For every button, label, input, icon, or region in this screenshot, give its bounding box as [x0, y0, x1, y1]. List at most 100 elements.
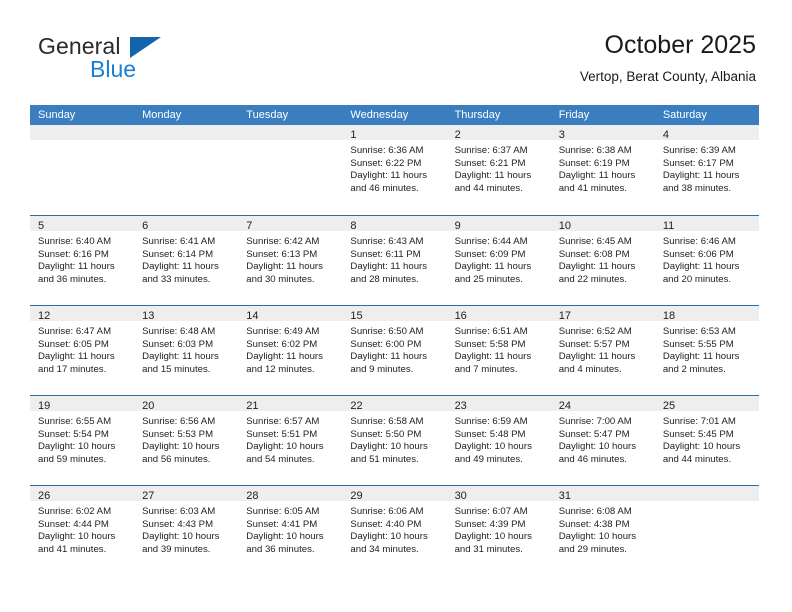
- day-number: 7: [246, 220, 253, 232]
- calendar-day-cell[interactable]: 15 Sunrise: 6:50 AM Sunset: 6:00 PM Dayligh…: [342, 306, 447, 395]
- sunset-text: Sunset: 6:14 PM: [142, 248, 214, 260]
- general-blue-logo[interactable]: General Blue: [38, 33, 278, 91]
- sunset-text: Sunset: 6:02 PM: [246, 338, 318, 350]
- calendar-day-cell[interactable]: 12 Sunrise: 6:47 AM Sunset: 6:05 PM Dayligh…: [30, 306, 135, 395]
- day-number: 31: [558, 490, 571, 502]
- calendar-day-cell[interactable]: 11 Sunrise: 6:46 AM Sunset: 6:06 PM Dayligh…: [654, 216, 759, 305]
- day-number: 11: [662, 220, 675, 232]
- calendar-day-cell[interactable]: 1 Sunrise: 6:36 AM Sunset: 6:22 PM Daylight…: [342, 125, 447, 215]
- calendar-day-cell[interactable]: 3 Sunrise: 6:38 AM Sunset: 6:19 PM Daylight…: [550, 125, 655, 215]
- calendar-day-cell[interactable]: 30 Sunrise: 6:07 AM Sunset: 4:39 PM Dayligh…: [446, 486, 551, 575]
- day-sun-info: Sunrise: 7:00 AM Sunset: 5:47 PM Daylight:…: [551, 411, 655, 466]
- day-number: 27: [142, 490, 155, 502]
- day-number-band: 22: [342, 396, 447, 412]
- daylight-text: Daylight: 10 hours and 56 minutes.: [142, 441, 220, 465]
- day-number: 14: [246, 310, 259, 322]
- day-number-band: 30: [446, 486, 551, 502]
- calendar-day-cell[interactable]: 5 Sunrise: 6:40 AM Sunset: 6:16 PM Daylight…: [30, 216, 135, 305]
- weekday-header-sunday: Sunday: [38, 109, 76, 121]
- weekday-header-wednesday: Wednesday: [350, 109, 409, 121]
- calendar-day-cell[interactable]: 17 Sunrise: 6:52 AM Sunset: 5:57 PM Dayligh…: [550, 306, 655, 395]
- daylight-text: Daylight: 11 hours and 2 minutes.: [662, 351, 740, 375]
- sunrise-text: Sunrise: 6:39 AM: [662, 145, 736, 156]
- sunset-text: Sunset: 5:58 PM: [454, 338, 526, 350]
- sunrise-text: Sunrise: 6:48 AM: [142, 326, 216, 337]
- day-number: 13: [142, 310, 155, 322]
- day-number-band: 17: [550, 306, 655, 322]
- day-number-band: 8: [342, 216, 447, 232]
- page-title: October 2025: [604, 31, 757, 59]
- day-sun-info: Sunrise: 6:50 AM Sunset: 6:00 PM Daylight:…: [342, 321, 446, 376]
- sunrise-text: Sunrise: 6:52 AM: [558, 326, 632, 337]
- sunset-text: Sunset: 5:47 PM: [558, 428, 630, 440]
- day-number-band: 25: [654, 396, 759, 412]
- calendar-day-cell[interactable]: 7 Sunrise: 6:42 AM Sunset: 6:13 PM Daylight…: [238, 216, 343, 305]
- day-sun-info: Sunrise: 7:01 AM Sunset: 5:45 PM Daylight:…: [655, 411, 759, 466]
- sunset-text: Sunset: 6:22 PM: [350, 157, 422, 169]
- day-number: 12: [38, 310, 51, 322]
- calendar-day-cell[interactable]: 27 Sunrise: 6:03 AM Sunset: 4:43 PM Dayligh…: [134, 486, 239, 575]
- calendar-day-cell[interactable]: 14 Sunrise: 6:49 AM Sunset: 6:02 PM Dayligh…: [238, 306, 343, 395]
- calendar-day-cell[interactable]: 19 Sunrise: 6:55 AM Sunset: 5:54 PM Dayligh…: [30, 396, 135, 485]
- day-number-band: 6: [134, 216, 239, 232]
- calendar-day-cell[interactable]: 22 Sunrise: 6:58 AM Sunset: 5:50 PM Dayligh…: [342, 396, 447, 485]
- calendar-day-cell[interactable]: 26 Sunrise: 6:02 AM Sunset: 4:44 PM Dayligh…: [30, 486, 135, 575]
- daylight-text: Daylight: 10 hours and 54 minutes.: [246, 441, 324, 465]
- sunrise-text: Sunrise: 6:38 AM: [558, 145, 632, 156]
- day-sun-info: Sunrise: 6:56 AM Sunset: 5:53 PM Daylight:…: [134, 411, 238, 466]
- calendar-day-cell[interactable]: 28 Sunrise: 6:05 AM Sunset: 4:41 PM Dayligh…: [238, 486, 343, 575]
- daylight-text: Daylight: 10 hours and 46 minutes.: [558, 441, 637, 465]
- calendar-day-cell[interactable]: 18 Sunrise: 6:53 AM Sunset: 5:55 PM Dayligh…: [654, 306, 759, 395]
- day-sun-info: Sunrise: 6:45 AM Sunset: 6:08 PM Daylight:…: [551, 231, 655, 286]
- day-number: 26: [38, 490, 51, 502]
- weekday-header-friday: Friday: [558, 109, 590, 121]
- sunset-text: Sunset: 6:11 PM: [350, 248, 421, 260]
- calendar-day-cell[interactable]: 10 Sunrise: 6:45 AM Sunset: 6:08 PM Dayligh…: [550, 216, 655, 305]
- day-sun-info: Sunrise: 6:48 AM Sunset: 6:03 PM Daylight:…: [134, 321, 238, 376]
- sunrise-text: Sunrise: 6:47 AM: [38, 326, 112, 337]
- daylight-text: Daylight: 11 hours and 38 minutes.: [662, 170, 740, 194]
- sunrise-text: Sunrise: 6:41 AM: [142, 236, 216, 247]
- sunset-text: Sunset: 4:43 PM: [142, 518, 214, 530]
- sunrise-text: Sunrise: 6:36 AM: [350, 145, 424, 156]
- sunrise-text: Sunrise: 6:45 AM: [558, 236, 632, 247]
- sunrise-text: Sunrise: 6:49 AM: [246, 326, 320, 337]
- sunrise-text: Sunrise: 6:53 AM: [662, 326, 736, 337]
- calendar-day-cell[interactable]: 24 Sunrise: 7:00 AM Sunset: 5:47 PM Dayligh…: [550, 396, 655, 485]
- calendar-week-row: 26 Sunrise: 6:02 AM Sunset: 4:44 PM Dayligh…: [30, 485, 759, 575]
- sunset-text: Sunset: 6:05 PM: [38, 338, 109, 350]
- calendar-day-cell[interactable]: 31 Sunrise: 6:08 AM Sunset: 4:38 PM Dayligh…: [550, 486, 655, 575]
- day-sun-info: Sunrise: 6:42 AM Sunset: 6:13 PM Daylight:…: [238, 231, 342, 286]
- sunset-text: Sunset: 6:06 PM: [662, 248, 734, 260]
- sunset-text: Sunset: 6:09 PM: [454, 248, 526, 260]
- calendar-day-cell[interactable]: 16 Sunrise: 6:51 AM Sunset: 5:58 PM Dayligh…: [446, 306, 551, 395]
- day-number: 9: [454, 220, 461, 232]
- calendar-day-cell[interactable]: 9 Sunrise: 6:44 AM Sunset: 6:09 PM Daylight…: [446, 216, 551, 305]
- day-number: 21: [246, 400, 259, 412]
- calendar-day-cell[interactable]: 23 Sunrise: 6:59 AM Sunset: 5:48 PM Dayligh…: [446, 396, 551, 485]
- sunrise-text: Sunrise: 6:58 AM: [350, 416, 424, 427]
- calendar-day-cell[interactable]: 21 Sunrise: 6:57 AM Sunset: 5:51 PM Dayligh…: [238, 396, 343, 485]
- calendar-day-cell[interactable]: 2 Sunrise: 6:37 AM Sunset: 6:21 PM Daylight…: [446, 125, 551, 215]
- calendar-day-cell[interactable]: 4 Sunrise: 6:39 AM Sunset: 6:17 PM Daylight…: [654, 125, 759, 215]
- calendar-day-cell[interactable]: 25 Sunrise: 7:01 AM Sunset: 5:45 PM Dayligh…: [654, 396, 759, 485]
- calendar-week-row: 19 Sunrise: 6:55 AM Sunset: 5:54 PM Dayligh…: [30, 395, 759, 485]
- day-number: 1: [350, 129, 357, 141]
- day-number: 25: [662, 400, 676, 412]
- sunrise-text: Sunrise: 6:44 AM: [454, 236, 528, 247]
- calendar-day-cell[interactable]: 13 Sunrise: 6:48 AM Sunset: 6:03 PM Dayligh…: [134, 306, 239, 395]
- sunset-text: Sunset: 4:41 PM: [246, 518, 318, 530]
- calendar-day-cell[interactable]: 29 Sunrise: 6:06 AM Sunset: 4:40 PM Dayligh…: [342, 486, 447, 575]
- calendar-day-cell[interactable]: 6 Sunrise: 6:41 AM Sunset: 6:14 PM Daylight…: [134, 216, 239, 305]
- calendar-day-cell[interactable]: 8 Sunrise: 6:43 AM Sunset: 6:11 PM Daylight…: [342, 216, 447, 305]
- daylight-text: Daylight: 11 hours and 7 minutes.: [454, 351, 532, 375]
- day-sun-info: Sunrise: 6:55 AM Sunset: 5:54 PM Daylight:…: [30, 411, 134, 466]
- day-number: 8: [350, 220, 357, 232]
- sunset-text: Sunset: 6:16 PM: [38, 248, 109, 260]
- calendar-day-cell[interactable]: 20 Sunrise: 6:56 AM Sunset: 5:53 PM Dayligh…: [134, 396, 239, 485]
- daylight-text: Daylight: 10 hours and 49 minutes.: [454, 441, 532, 465]
- day-sun-info: Sunrise: 6:36 AM Sunset: 6:22 PM Daylight:…: [342, 140, 446, 195]
- day-number-band: 23: [446, 396, 551, 412]
- sunset-text: Sunset: 6:03 PM: [142, 338, 214, 350]
- logo-triangle-icon: [130, 37, 161, 58]
